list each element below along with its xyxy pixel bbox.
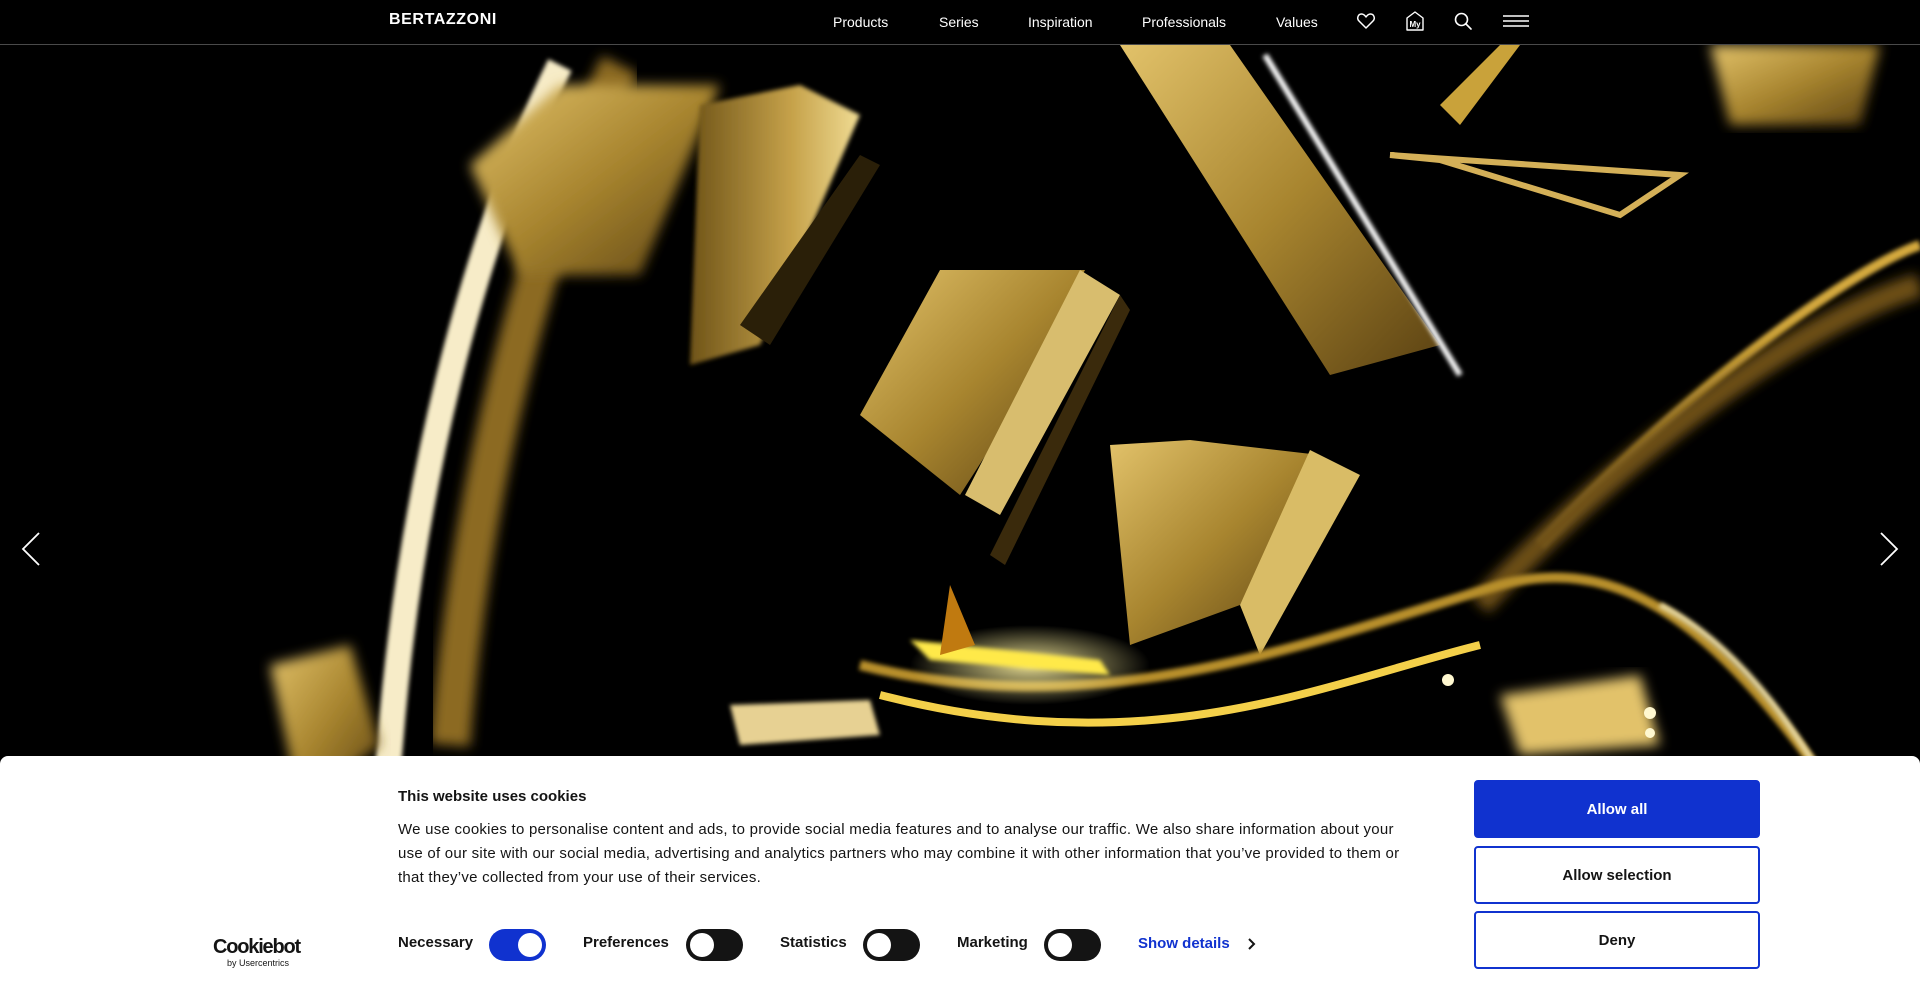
cookiebot-logo: Cookiebot by Usercentrics — [213, 936, 301, 968]
nav-series[interactable]: Series — [939, 14, 979, 30]
toggle-marketing[interactable] — [1044, 929, 1101, 961]
consent-label-preferences: Preferences — [583, 934, 669, 951]
nav-values[interactable]: Values — [1276, 14, 1318, 30]
chevron-right-small-icon[interactable] — [1247, 937, 1257, 951]
toggle-knob — [518, 933, 542, 957]
chevron-left-icon[interactable] — [17, 527, 45, 571]
nav-products[interactable]: Products — [833, 14, 888, 30]
allow-all-button[interactable]: Allow all — [1474, 780, 1760, 838]
menu-icon[interactable] — [1502, 10, 1530, 32]
cookie-title: This website uses cookies — [398, 788, 587, 805]
nav-professionals[interactable]: Professionals — [1142, 14, 1226, 30]
toggle-necessary[interactable] — [489, 929, 546, 961]
cookiebot-brand-sub: by Usercentrics — [227, 958, 290, 968]
cookie-consent-banner: Cookiebot by Usercentrics This website u… — [0, 756, 1920, 993]
toggle-knob — [867, 933, 891, 957]
site-header: BERTAZZONI Products Series Inspiration P… — [0, 0, 1920, 45]
show-details-link[interactable]: Show details — [1138, 935, 1230, 952]
consent-label-statistics: Statistics — [780, 934, 847, 951]
cookie-description: We use cookies to personalise content an… — [398, 821, 1400, 886]
my-account-icon[interactable]: My — [1404, 10, 1426, 32]
brand-logo[interactable]: BERTAZZONI — [389, 11, 497, 29]
allow-selection-button[interactable]: Allow selection — [1474, 846, 1760, 904]
chevron-right-icon[interactable] — [1875, 527, 1903, 571]
cookiebot-brand: Cookiebot — [213, 936, 301, 958]
search-icon[interactable] — [1452, 10, 1474, 32]
toggle-preferences[interactable] — [686, 929, 743, 961]
toggle-statistics[interactable] — [863, 929, 920, 961]
consent-label-marketing: Marketing — [957, 934, 1028, 951]
consent-label-necessary: Necessary — [398, 934, 474, 951]
toggle-knob — [1048, 933, 1072, 957]
nav-inspiration[interactable]: Inspiration — [1028, 14, 1093, 30]
my-badge-text: My — [1409, 20, 1421, 29]
toggle-knob — [690, 933, 714, 957]
deny-button[interactable]: Deny — [1474, 911, 1760, 969]
heart-icon[interactable] — [1355, 10, 1377, 32]
